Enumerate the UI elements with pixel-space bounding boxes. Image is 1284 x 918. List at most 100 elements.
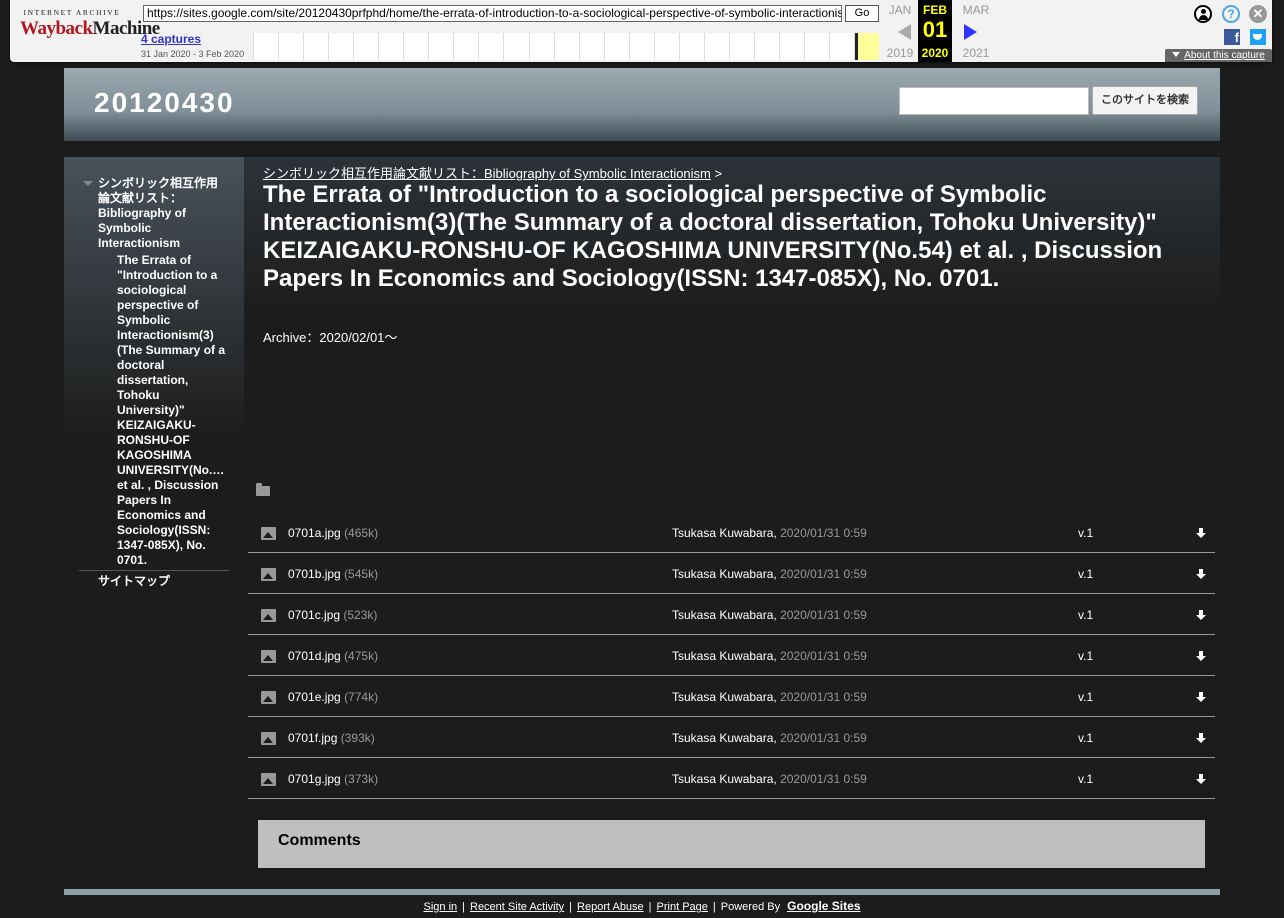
- about-capture-button[interactable]: About this capture: [1165, 49, 1272, 62]
- attachment-author[interactable]: Tsukasa Kuwabara,: [672, 608, 777, 622]
- sparkline-cell[interactable]: [804, 33, 830, 60]
- attachment-link[interactable]: 0701f.jpg: [288, 731, 337, 745]
- wayback-sparkline[interactable]: [253, 33, 880, 60]
- attachment-author-cell: Tsukasa Kuwabara, 2020/01/31 0:59: [672, 731, 867, 745]
- attachment-date: 2020/01/31 0:59: [780, 567, 867, 581]
- wayback-captures-link[interactable]: 4 captures: [141, 32, 201, 46]
- attachment-size: (373k): [344, 772, 379, 786]
- sparkline-cell[interactable]: [453, 33, 479, 60]
- site-search-button[interactable]: このサイトを検索: [1092, 86, 1198, 115]
- attachment-size: (465k): [344, 526, 379, 540]
- sparkline-cell[interactable]: [378, 33, 404, 60]
- sparkline-cell[interactable]: [578, 33, 604, 60]
- wayback-prev-month[interactable]: JAN 2019: [880, 0, 920, 62]
- main-content: シンボリック相互作用論文献リスト：Bibliography of Symboli…: [244, 157, 1220, 878]
- next-month-label: MAR: [962, 3, 990, 17]
- sparkline-cell[interactable]: [253, 33, 279, 60]
- capture-bar[interactable]: [855, 33, 859, 60]
- site-title[interactable]: 20120430: [94, 87, 235, 119]
- sparkline-cell[interactable]: [628, 33, 654, 60]
- sparkline-cell[interactable]: [478, 33, 504, 60]
- download-icon[interactable]: [1196, 528, 1206, 540]
- facebook-icon[interactable]: f: [1224, 29, 1240, 45]
- breadcrumb: シンボリック相互作用論文献リスト：Bibliography of Symboli…: [263, 163, 722, 182]
- help-icon[interactable]: ?: [1222, 5, 1240, 23]
- sparkline-cell[interactable]: [653, 33, 679, 60]
- sparkline-cell[interactable]: [328, 33, 354, 60]
- attachment-link[interactable]: 0701g.jpg: [288, 772, 341, 786]
- attachment-size: (545k): [344, 567, 379, 581]
- sidebar-item-current-page[interactable]: The Errata of "Introduction to a sociolo…: [117, 253, 227, 568]
- attachment-author[interactable]: Tsukasa Kuwabara,: [672, 526, 777, 540]
- attachment-author-cell: Tsukasa Kuwabara, 2020/01/31 0:59: [672, 649, 867, 663]
- attachment-author[interactable]: Tsukasa Kuwabara,: [672, 567, 777, 581]
- next-year-label[interactable]: 2021: [956, 46, 996, 60]
- wayback-url-input[interactable]: https://sites.google.com/site/20120430pr…: [143, 5, 842, 22]
- expand-triangle-icon[interactable]: [83, 181, 93, 186]
- wayback-logo[interactable]: INTERNET ARCHIVE WaybackMachine: [20, 8, 160, 52]
- attachment-author[interactable]: Tsukasa Kuwabara,: [672, 731, 777, 745]
- attachment-version[interactable]: v.1: [1078, 567, 1093, 581]
- attachment-row: 0701e.jpg (774k) Tsukasa Kuwabara, 2020/…: [248, 676, 1215, 717]
- sign-in-link[interactable]: Sign in: [424, 901, 458, 913]
- image-icon: [261, 732, 276, 745]
- sparkline-cell[interactable]: [753, 33, 779, 60]
- sparkline-cell[interactable]: [528, 33, 554, 60]
- folder-icon[interactable]: [256, 483, 270, 496]
- attachment-link[interactable]: 0701e.jpg: [288, 690, 341, 704]
- sparkline-cell[interactable]: [603, 33, 629, 60]
- sparkline-cell[interactable]: [403, 33, 429, 60]
- attachment-row: 0701d.jpg (475k) Tsukasa Kuwabara, 2020/…: [248, 635, 1215, 676]
- attachment-version[interactable]: v.1: [1078, 526, 1093, 540]
- attachment-version[interactable]: v.1: [1078, 731, 1093, 745]
- attachment-link[interactable]: 0701a.jpg: [288, 526, 341, 540]
- wayback-go-button[interactable]: Go: [845, 5, 879, 22]
- attachment-link[interactable]: 0701c.jpg: [288, 608, 340, 622]
- attachment-author[interactable]: Tsukasa Kuwabara,: [672, 690, 777, 704]
- attachment-link[interactable]: 0701d.jpg: [288, 649, 341, 663]
- attachment-author[interactable]: Tsukasa Kuwabara,: [672, 649, 777, 663]
- attachment-version[interactable]: v.1: [1078, 608, 1093, 622]
- sparkline-cell[interactable]: [703, 33, 729, 60]
- report-abuse-link[interactable]: Report Abuse: [577, 901, 644, 913]
- sparkline-cell[interactable]: [854, 33, 880, 60]
- next-arrow-icon[interactable]: [964, 24, 977, 40]
- print-page-link[interactable]: Print Page: [657, 901, 708, 913]
- attachment-link[interactable]: 0701b.jpg: [288, 567, 341, 581]
- sparkline-cell[interactable]: [303, 33, 329, 60]
- download-icon[interactable]: [1196, 774, 1206, 786]
- prev-year-label[interactable]: 2019: [880, 46, 920, 60]
- sparkline-cell[interactable]: [728, 33, 754, 60]
- site-search-input[interactable]: [899, 87, 1089, 115]
- breadcrumb-link[interactable]: シンボリック相互作用論文献リスト：Bibliography of Symboli…: [263, 166, 711, 181]
- sidebar-item-bibliography[interactable]: シンボリック相互作用論文献リスト：Bibliography of Symboli…: [98, 176, 222, 251]
- sparkline-cell[interactable]: [278, 33, 304, 60]
- sparkline-cell[interactable]: [428, 33, 454, 60]
- download-icon[interactable]: [1196, 651, 1206, 663]
- sidebar-item-sitemap[interactable]: サイトマップ: [98, 572, 170, 589]
- recent-activity-link[interactable]: Recent Site Activity: [470, 901, 564, 913]
- download-icon[interactable]: [1196, 733, 1206, 745]
- wayback-next-month[interactable]: MAR 2021: [956, 0, 996, 62]
- sparkline-cell[interactable]: [553, 33, 579, 60]
- attachment-version[interactable]: v.1: [1078, 772, 1093, 786]
- download-icon[interactable]: [1196, 610, 1206, 622]
- google-sites-link[interactable]: Google Sites: [787, 899, 860, 913]
- wayback-current-date: FEB 01 2020: [918, 0, 952, 62]
- attachment-author-cell: Tsukasa Kuwabara, 2020/01/31 0:59: [672, 567, 867, 581]
- sparkline-cell[interactable]: [503, 33, 529, 60]
- download-icon[interactable]: [1196, 692, 1206, 704]
- sparkline-cell[interactable]: [829, 33, 855, 60]
- download-icon[interactable]: [1196, 569, 1206, 581]
- sparkline-cell[interactable]: [778, 33, 805, 60]
- attachment-version[interactable]: v.1: [1078, 649, 1093, 663]
- close-icon[interactable]: ✕: [1249, 5, 1267, 23]
- user-icon[interactable]: [1194, 5, 1212, 23]
- attachment-version[interactable]: v.1: [1078, 690, 1093, 704]
- prev-arrow-icon[interactable]: [898, 24, 911, 40]
- attachment-author[interactable]: Tsukasa Kuwabara,: [672, 772, 777, 786]
- sparkline-cell[interactable]: [353, 33, 379, 60]
- image-icon: [261, 773, 276, 786]
- twitter-icon[interactable]: [1250, 29, 1266, 45]
- sparkline-cell[interactable]: [678, 33, 704, 60]
